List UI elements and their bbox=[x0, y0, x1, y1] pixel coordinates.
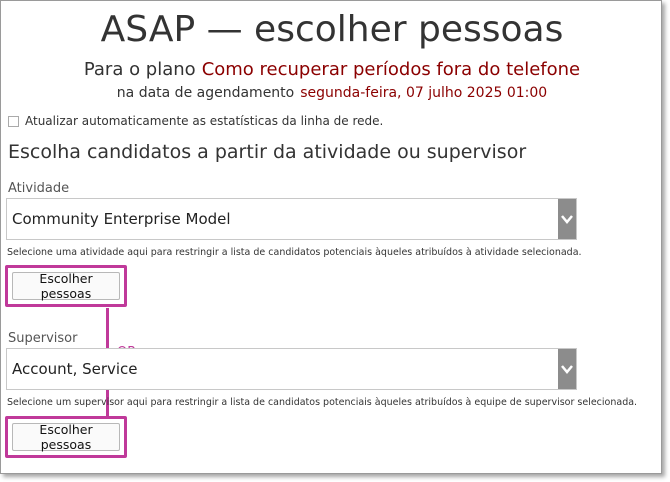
activity-select[interactable]: Community Enterprise Model bbox=[6, 198, 577, 240]
auto-update-checkbox[interactable] bbox=[8, 115, 19, 127]
plan-prefix: Para o plano bbox=[83, 59, 196, 80]
activity-label: Atividade bbox=[8, 181, 70, 196]
schedule-date-line: na data de agendamento segunda-feira, 07 … bbox=[1, 85, 663, 101]
supervisor-select[interactable]: Account, Service bbox=[6, 348, 577, 390]
activity-selected-value: Community Enterprise Model bbox=[12, 210, 231, 228]
supervisor-button-highlight: Escolher pessoas bbox=[5, 416, 127, 458]
date-prefix: na data de agendamento bbox=[116, 85, 295, 101]
activity-button-highlight: Escolher pessoas bbox=[5, 265, 127, 307]
page-title: ASAP — escolher pessoas bbox=[100, 9, 564, 50]
activity-choose-people-button[interactable]: Escolher pessoas bbox=[12, 271, 120, 301]
chevron-down-icon bbox=[561, 365, 573, 374]
plan-line: Para o plano Como recuperar períodos fora… bbox=[1, 59, 663, 80]
plan-name: Como recuperar períodos fora do telefone bbox=[201, 59, 581, 80]
auto-update-label: Atualizar automaticamente as estatística… bbox=[25, 114, 384, 128]
supervisor-selected-value: Account, Service bbox=[12, 360, 138, 378]
supervisor-choose-people-button[interactable]: Escolher pessoas bbox=[12, 422, 120, 452]
activity-help-text: Selecione uma atividade aqui para restri… bbox=[7, 247, 582, 258]
schedule-date: segunda-feira, 07 julho 2025 01:00 bbox=[300, 85, 548, 101]
supervisor-label: Supervisor bbox=[8, 331, 78, 346]
section-heading: Escolha candidatos a partir da atividade… bbox=[8, 141, 527, 163]
activity-dropdown-button[interactable] bbox=[558, 199, 576, 239]
auto-update-row: Atualizar automaticamente as estatística… bbox=[8, 114, 383, 128]
supervisor-dropdown-button[interactable] bbox=[558, 349, 576, 389]
chevron-down-icon bbox=[561, 215, 573, 224]
supervisor-help-text: Selecione um supervisor aqui para restri… bbox=[7, 397, 638, 408]
dialog-frame: ASAP — escolher pessoas Para o plano Como… bbox=[0, 0, 662, 474]
